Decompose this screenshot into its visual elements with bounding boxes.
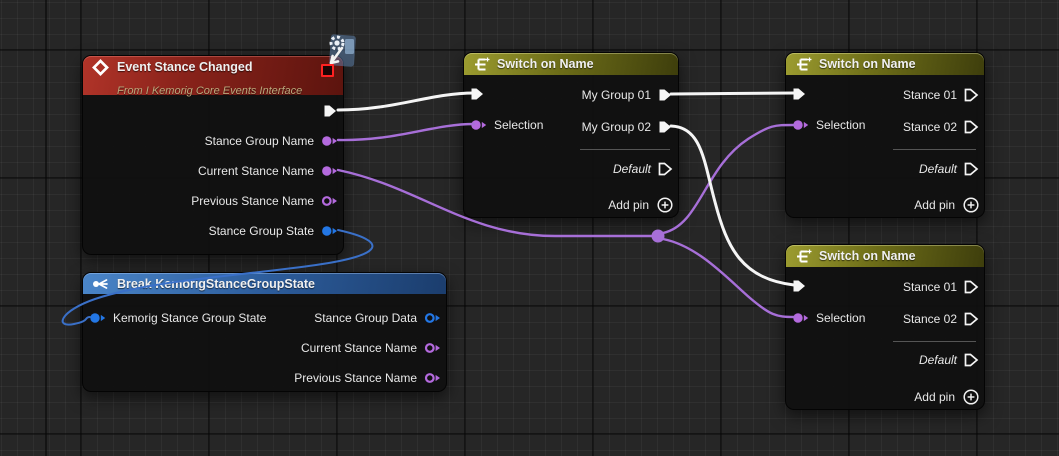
node-header[interactable]: Switch on Name xyxy=(464,53,678,75)
node-title: Switch on Name xyxy=(819,249,916,263)
pin-label: Kemorig Stance Group State xyxy=(113,311,266,325)
default-pin[interactable]: Default xyxy=(613,158,673,180)
add-pin-label: Add pin xyxy=(914,198,955,212)
struct-pin-icon xyxy=(89,312,106,324)
plus-circle-icon xyxy=(963,197,979,213)
case-stance-01-pin[interactable]: Stance 01 xyxy=(903,276,979,298)
pin-label: Default xyxy=(919,162,957,176)
name-pin-icon xyxy=(321,135,338,147)
exec-pin-hollow-icon xyxy=(658,162,673,176)
switch-on-name-group-node[interactable]: Switch on Name Selection My Group 01 My … xyxy=(463,52,679,218)
default-separator xyxy=(580,149,670,150)
breakpoint-square-icon[interactable] xyxy=(321,64,334,77)
pin-label: Default xyxy=(613,162,651,176)
current-stance-name-pin[interactable]: Current Stance Name xyxy=(198,160,338,182)
pin-label: Selection xyxy=(494,118,543,132)
name-pin-hollow-icon xyxy=(424,342,441,354)
node-title: Switch on Name xyxy=(497,57,594,71)
pin-label: My Group 02 xyxy=(582,120,651,134)
previous-stance-name-out-pin[interactable]: Previous Stance Name xyxy=(294,367,441,389)
exec-pin-hollow-icon xyxy=(964,280,979,294)
add-pin-label: Add pin xyxy=(608,198,649,212)
pin-label: Stance 02 xyxy=(903,312,957,326)
selection-pin[interactable]: Selection xyxy=(792,307,865,329)
previous-stance-name-pin[interactable]: Previous Stance Name xyxy=(191,190,338,212)
exec-pin-hollow-icon xyxy=(964,312,979,326)
case-stance-02-pin[interactable]: Stance 02 xyxy=(903,116,979,138)
node-title: Break KemorigStanceGroupState xyxy=(117,277,315,291)
stance-group-name-pin[interactable]: Stance Group Name xyxy=(205,130,338,152)
exec-pin-icon xyxy=(323,104,338,118)
name-pin-hollow-icon xyxy=(424,372,441,384)
break-struct-icon xyxy=(92,278,110,290)
break-struct-node[interactable]: Break KemorigStanceGroupState Kemorig St… xyxy=(82,272,447,392)
pin-label: Previous Stance Name xyxy=(191,194,314,208)
node-header[interactable]: Switch on Name xyxy=(786,245,984,267)
pin-label: Stance Group Name xyxy=(205,134,314,148)
node-subtitle: From I Kemorig Core Events Interface xyxy=(117,85,334,97)
name-pin-hollow-icon xyxy=(321,195,338,207)
kemorig-stance-group-state-pin[interactable]: Kemorig Stance Group State xyxy=(89,307,266,329)
case-stance-02-pin[interactable]: Stance 02 xyxy=(903,308,979,330)
pin-label: Selection xyxy=(816,118,865,132)
node-header[interactable]: Event Stance Changed From I Kemorig Core… xyxy=(83,56,343,95)
add-pin-button[interactable]: Add pin xyxy=(914,386,979,408)
exec-pin-hollow-icon xyxy=(964,353,979,367)
struct-pin-icon xyxy=(321,225,338,237)
pin-label: Default xyxy=(919,353,957,367)
default-separator xyxy=(893,341,976,342)
exec-pin-hollow-icon xyxy=(964,162,979,176)
node-header[interactable]: Switch on Name xyxy=(786,53,984,75)
wire-name-reroute-to-top-selection[interactable] xyxy=(663,125,794,233)
pin-label: Previous Stance Name xyxy=(294,371,417,385)
stance-group-state-pin[interactable]: Stance Group State xyxy=(209,220,338,242)
add-pin-button[interactable]: Add pin xyxy=(914,194,979,216)
name-pin-icon xyxy=(321,165,338,177)
event-stance-changed-node[interactable]: Event Stance Changed From I Kemorig Core… xyxy=(82,55,344,255)
exec-pin-hollow-icon xyxy=(964,120,979,134)
node-header[interactable]: Break KemorigStanceGroupState xyxy=(83,273,446,294)
pin-label: Stance 01 xyxy=(903,88,957,102)
pin-label: Stance 01 xyxy=(903,280,957,294)
wire-name-stancegroupname-to-selection[interactable] xyxy=(338,124,474,140)
add-pin-button[interactable]: Add pin xyxy=(608,194,673,216)
wire-exec-mygroup01-to-top-switch[interactable] xyxy=(671,93,794,94)
reroute-node[interactable] xyxy=(652,230,665,243)
plus-circle-icon xyxy=(657,197,673,213)
switch-sequence-icon xyxy=(473,57,490,72)
case-my-group-02-pin[interactable]: My Group 02 xyxy=(582,116,673,138)
blueprint-graph-canvas[interactable]: { "colors": { "exec": "#f5f5f5", "name_p… xyxy=(0,0,1059,456)
wire-name-reroute-to-bottom-selection[interactable] xyxy=(663,239,794,317)
selection-pin[interactable]: Selection xyxy=(792,114,865,136)
plus-circle-icon xyxy=(963,389,979,405)
default-pin[interactable]: Default xyxy=(919,349,979,371)
selection-pin[interactable]: Selection xyxy=(470,114,543,136)
switch-on-name-stance-top-node[interactable]: Switch on Name Selection Stance 01 Stanc… xyxy=(785,52,985,218)
pin-label: Current Stance Name xyxy=(198,164,314,178)
pin-label: Stance 02 xyxy=(903,120,957,134)
pin-label: My Group 01 xyxy=(582,88,651,102)
node-title: Event Stance Changed xyxy=(117,60,334,74)
diamond-icon xyxy=(92,59,109,76)
pin-label: Selection xyxy=(816,311,865,325)
pin-label: Stance Group State xyxy=(209,224,314,238)
wire-exec-mygroup02-to-bottom-switch[interactable] xyxy=(671,126,794,285)
default-pin[interactable]: Default xyxy=(919,158,979,180)
exec-pin-hollow-icon xyxy=(964,88,979,102)
switch-on-name-stance-bottom-node[interactable]: Switch on Name Selection Stance 01 Stanc… xyxy=(785,244,985,410)
default-separator xyxy=(893,149,976,150)
exec-out-pin[interactable] xyxy=(323,100,338,122)
current-stance-name-out-pin[interactable]: Current Stance Name xyxy=(301,337,441,359)
stance-group-data-pin[interactable]: Stance Group Data xyxy=(314,307,441,329)
switch-sequence-icon xyxy=(795,249,812,264)
case-stance-01-pin[interactable]: Stance 01 xyxy=(903,84,979,106)
add-pin-label: Add pin xyxy=(914,390,955,404)
struct-pin-hollow-icon xyxy=(424,312,441,324)
pin-label: Current Stance Name xyxy=(301,341,417,355)
switch-sequence-icon xyxy=(795,57,812,72)
node-title: Switch on Name xyxy=(819,57,916,71)
wire-exec-event-to-switch[interactable] xyxy=(338,93,474,110)
pin-label: Stance Group Data xyxy=(314,311,417,325)
case-my-group-01-pin[interactable]: My Group 01 xyxy=(582,84,673,106)
